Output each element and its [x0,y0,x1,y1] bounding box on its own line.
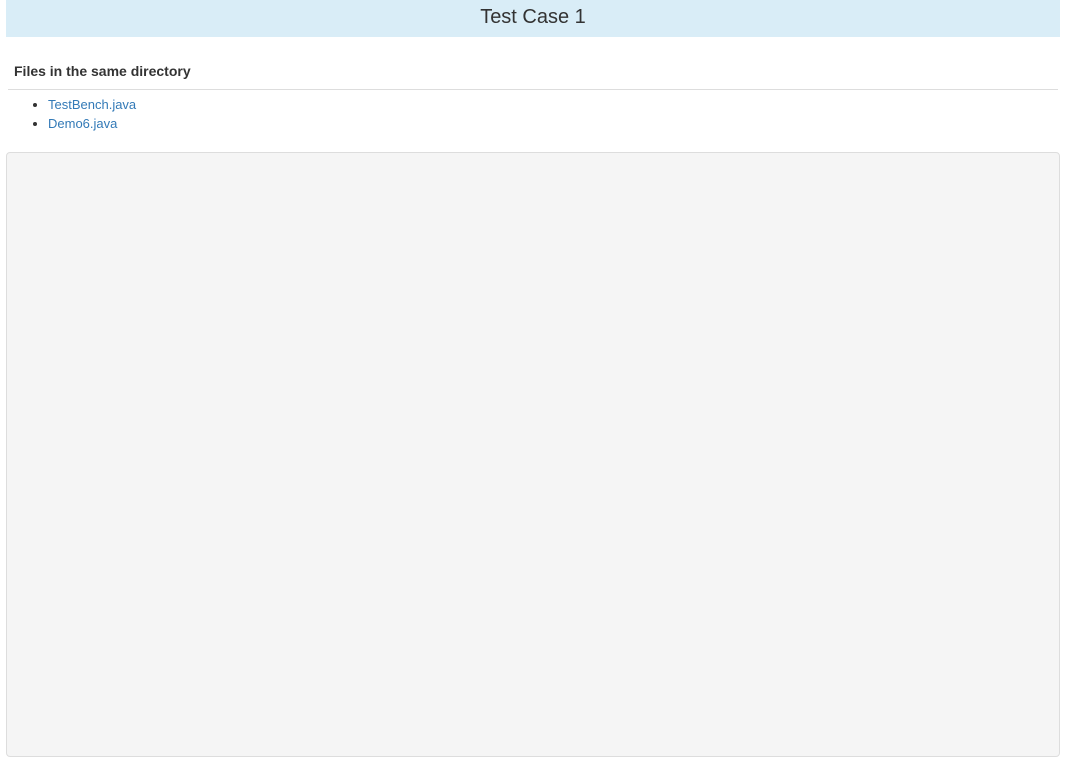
files-section: Files in the same directory [0,37,1066,89]
list-item: TestBench.java [48,96,1066,115]
file-link-testbench[interactable]: TestBench.java [48,97,136,112]
code-block: , T, U, V, W, Y, Z, A, B, C, D, E, F, G,… [6,152,1060,757]
list-item: Demo6.java [48,115,1066,134]
code-inner: , T, U, V, W, Y, Z, A, B, C, D, E, F, G,… [7,153,1059,756]
file-link-demo6[interactable]: Demo6.java [48,116,117,131]
page-title-text: Test Case 1 [480,6,586,28]
page-title: Test Case 1 [6,0,1060,37]
file-list: TestBench.java Demo6.java [0,96,1066,134]
files-heading: Files in the same directory [14,63,1052,79]
code-scroll-area[interactable]: , T, U, V, W, Y, Z, A, B, C, D, E, F, G,… [7,153,1059,756]
divider [8,89,1058,90]
